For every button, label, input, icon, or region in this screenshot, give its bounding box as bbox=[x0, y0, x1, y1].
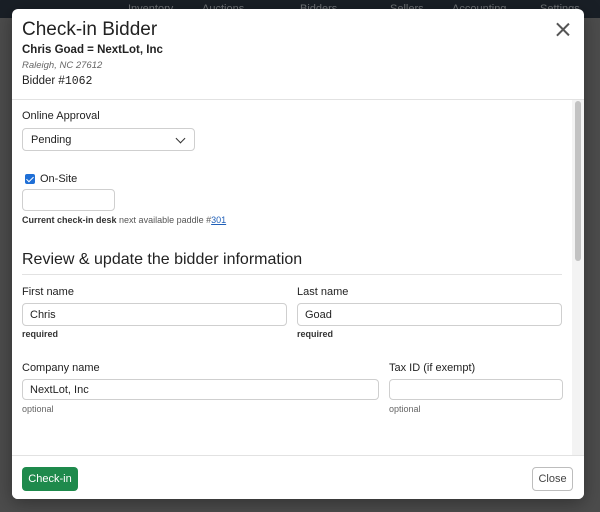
bidder-location: Raleigh, NC 27612 bbox=[22, 60, 103, 71]
modal-footer: Check-in Close bbox=[12, 455, 584, 499]
company-name-label: Company name bbox=[22, 362, 100, 374]
bidder-number-label: Bidder # bbox=[22, 75, 65, 87]
modal-body: Online Approval Pending On-Site Current … bbox=[12, 100, 584, 456]
first-name-label: First name bbox=[22, 286, 74, 298]
close-button[interactable]: Close bbox=[532, 467, 573, 491]
desk-note-text: next available paddle # bbox=[119, 215, 212, 225]
bidder-name: Chris Goad = NextLot, Inc bbox=[22, 44, 163, 56]
tax-id-hint: optional bbox=[389, 404, 421, 414]
chevron-down-icon bbox=[175, 133, 186, 144]
modal-header: Check-in Bidder Chris Goad = NextLot, In… bbox=[12, 9, 584, 100]
first-name-value: Chris bbox=[30, 309, 56, 321]
bidder-number-value: 1062 bbox=[64, 75, 93, 88]
checkin-bidder-modal: Check-in Bidder Chris Goad = NextLot, In… bbox=[12, 9, 584, 499]
first-name-hint: required bbox=[22, 329, 59, 339]
onsite-label: On-Site bbox=[40, 173, 78, 185]
tax-id-input[interactable] bbox=[389, 379, 563, 400]
desk-note-bold: Current check-in desk bbox=[22, 215, 117, 225]
company-name-input[interactable]: NextLot, Inc bbox=[22, 379, 379, 400]
modal-scrollbar[interactable] bbox=[572, 100, 584, 456]
paddle-link[interactable]: 301 bbox=[211, 215, 226, 225]
checkin-desk-note: Current check-in desk next available pad… bbox=[22, 215, 226, 225]
online-approval-select[interactable]: Pending bbox=[22, 128, 195, 151]
last-name-value: Goad bbox=[305, 309, 332, 321]
section-title: Review & update the bidder information bbox=[22, 251, 303, 268]
tax-id-label: Tax ID (if exempt) bbox=[389, 362, 476, 374]
company-name-value: NextLot, Inc bbox=[30, 384, 89, 396]
company-name-hint: optional bbox=[22, 404, 54, 414]
last-name-input[interactable]: Goad bbox=[297, 303, 562, 326]
online-approval-label: Online Approval bbox=[22, 110, 100, 122]
last-name-hint: required bbox=[297, 329, 334, 339]
first-name-input[interactable]: Chris bbox=[22, 303, 287, 326]
scrollbar-thumb[interactable] bbox=[575, 101, 581, 261]
section-divider bbox=[22, 274, 562, 275]
checkin-button[interactable]: Check-in bbox=[22, 467, 78, 491]
modal-title: Check-in Bidder bbox=[22, 19, 158, 40]
paddle-number-input[interactable] bbox=[22, 189, 115, 211]
online-approval-value: Pending bbox=[31, 134, 72, 146]
close-icon[interactable] bbox=[553, 20, 573, 40]
last-name-label: Last name bbox=[297, 286, 349, 298]
bidder-number: Bidder #1062 bbox=[22, 75, 92, 88]
onsite-checkbox[interactable] bbox=[25, 174, 35, 184]
